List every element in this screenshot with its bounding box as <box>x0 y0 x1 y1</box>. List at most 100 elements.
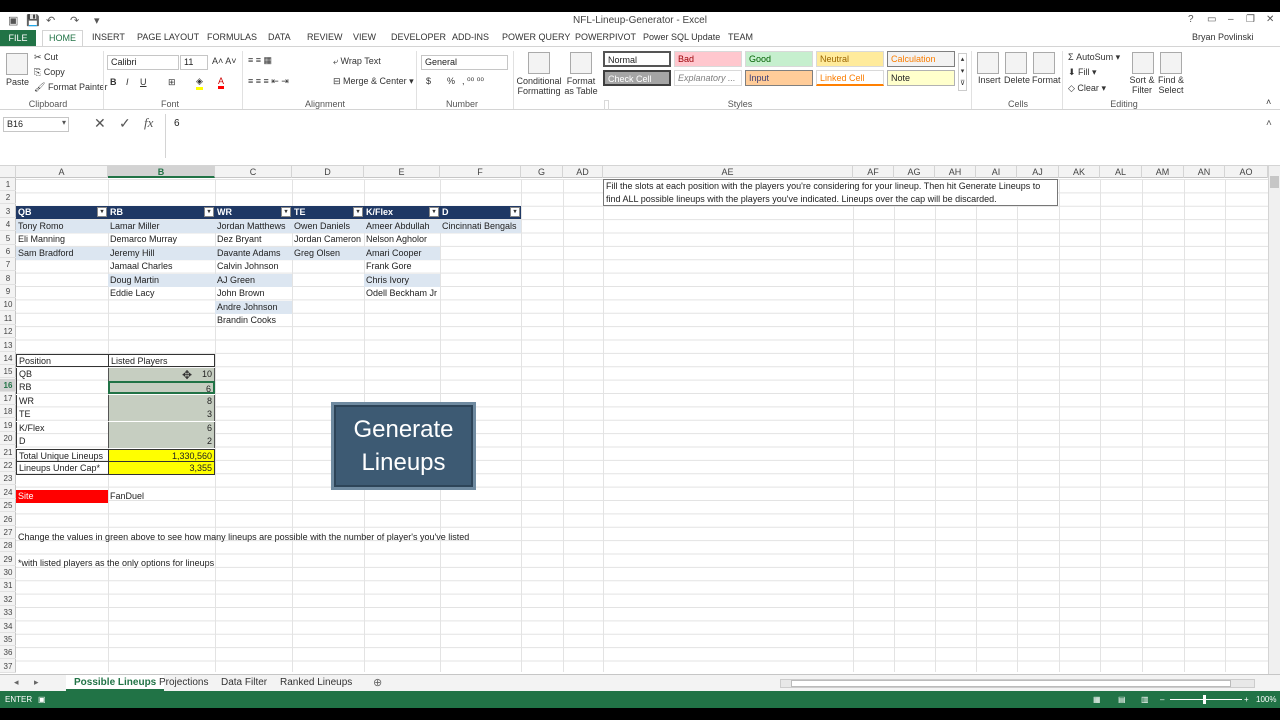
row-header[interactable]: 5 <box>0 232 16 245</box>
help-icon[interactable]: ? <box>1188 14 1194 25</box>
position-label[interactable]: WR <box>16 394 108 408</box>
row-header[interactable]: 37 <box>0 660 16 673</box>
tab-view[interactable]: VIEW <box>353 32 376 42</box>
table-header-kflex[interactable]: K/Flex ▾ <box>364 206 440 219</box>
user-name[interactable]: Bryan Povlinski <box>1192 32 1254 42</box>
column-header[interactable]: AI <box>976 166 1017 178</box>
table-cell[interactable]: Owen Daniels <box>292 219 364 233</box>
column-header[interactable]: AJ <box>1017 166 1059 178</box>
row-header[interactable]: 27 <box>0 526 16 539</box>
row-header[interactable]: 9 <box>0 285 16 299</box>
row-header[interactable]: 8 <box>0 272 16 285</box>
column-header[interactable]: E <box>364 166 440 178</box>
cancel-entry-icon[interactable]: ✕ <box>94 115 106 132</box>
row-header[interactable]: 13 <box>0 339 16 352</box>
total-lineups-value[interactable]: 1,330,560 <box>108 448 215 462</box>
under-cap-label[interactable]: Lineups Under Cap* <box>16 462 108 475</box>
column-header[interactable]: B <box>108 166 215 178</box>
tab-formulas[interactable]: FORMULAS <box>207 32 257 42</box>
copy-button[interactable]: ⎘ Copy <box>34 67 65 78</box>
macro-record-icon[interactable]: ▣ <box>38 691 46 708</box>
align-top-icons[interactable]: ≡ ≡ ▦ <box>248 55 272 66</box>
row-header[interactable]: 25 <box>0 499 16 513</box>
clear-button[interactable]: ◇ Clear ▾ <box>1068 83 1106 94</box>
instructions-textbox[interactable]: Fill the slots at each position with the… <box>603 179 1058 206</box>
column-header[interactable]: AK <box>1059 166 1100 178</box>
format-painter-button[interactable]: 🖌 Format Painter <box>34 82 107 93</box>
row-header[interactable]: 19 <box>0 419 16 432</box>
table-cell[interactable]: Calvin Johnson <box>215 260 292 273</box>
column-header[interactable]: AG <box>894 166 935 178</box>
conditional-formatting-icon[interactable] <box>528 52 550 74</box>
format-as-table-button[interactable]: Format as Table <box>562 76 600 96</box>
table-header-wr[interactable]: WR ▾ <box>215 206 292 219</box>
listed-count[interactable]: 2 <box>108 435 215 448</box>
filter-dropdown-icon[interactable]: ▾ <box>510 207 520 217</box>
autosum-button[interactable]: Σ AutoSum ▾ <box>1068 52 1120 63</box>
row-header[interactable]: 2 <box>0 191 16 205</box>
listed-players-header[interactable]: Listed Players <box>108 354 215 367</box>
site-label[interactable]: Site <box>16 490 108 503</box>
style-bad[interactable]: Bad <box>674 51 742 67</box>
column-header[interactable]: AD <box>563 166 603 178</box>
position-header[interactable]: Position <box>16 354 108 367</box>
row-header[interactable]: 29 <box>0 553 16 566</box>
row-header[interactable]: 10 <box>0 298 16 312</box>
fill-button[interactable]: ⬇ Fill ▾ <box>1068 67 1097 78</box>
row-header[interactable]: 16 <box>0 378 16 392</box>
tab-team[interactable]: TEAM <box>728 32 753 42</box>
table-cell[interactable]: Nelson Agholor <box>364 233 440 246</box>
column-header[interactable]: C <box>215 166 292 178</box>
filter-dropdown-icon[interactable]: ▾ <box>204 207 214 217</box>
tab-powerpivot[interactable]: POWERPIVOT <box>575 32 636 42</box>
filter-dropdown-icon[interactable]: ▾ <box>97 207 107 217</box>
row-header[interactable]: 17 <box>0 392 16 406</box>
column-header[interactable]: G <box>521 166 563 178</box>
row-header[interactable]: 23 <box>0 472 16 486</box>
collapse-ribbon-icon[interactable]: ˄ <box>1266 97 1271 107</box>
name-box-dropdown-icon[interactable]: ▾ <box>62 118 66 127</box>
format-cells-button[interactable]: Format <box>1032 75 1061 85</box>
table-cell[interactable]: Eddie Lacy <box>108 287 215 300</box>
table-cell[interactable]: AJ Green <box>215 273 292 287</box>
expand-formula-icon[interactable]: ˄ <box>1266 118 1272 129</box>
tab-file[interactable]: FILE <box>0 30 36 46</box>
zoom-out-icon[interactable]: – <box>1160 691 1164 708</box>
row-header[interactable]: 20 <box>0 432 16 446</box>
next-sheet-icon[interactable]: ▸ <box>34 677 39 688</box>
column-header[interactable]: D <box>292 166 364 178</box>
row-header[interactable]: 26 <box>0 513 16 526</box>
cut-button[interactable]: ✂ Cut <box>34 52 58 63</box>
table-cell[interactable]: Cincinnati Bengals <box>440 219 521 233</box>
table-cell[interactable]: Dez Bryant <box>215 233 292 246</box>
table-cell[interactable]: Eli Manning <box>16 233 108 246</box>
table-cell[interactable]: Sam Bradford <box>16 246 108 260</box>
vertical-scrollbar[interactable] <box>1268 166 1280 674</box>
tab-power-query[interactable]: POWER QUERY <box>502 32 570 42</box>
row-header[interactable]: 7 <box>0 258 16 272</box>
listed-count[interactable]: 3 <box>108 408 215 421</box>
page-layout-view-icon[interactable]: ▤ <box>1118 691 1126 708</box>
column-header[interactable]: F <box>440 166 521 178</box>
row-header[interactable]: 14 <box>0 352 16 365</box>
restore-icon[interactable]: ❐ <box>1246 14 1255 25</box>
filter-dropdown-icon[interactable]: ▾ <box>353 207 363 217</box>
font-color-icon[interactable]: A <box>218 76 225 89</box>
delete-cells-button[interactable]: Delete <box>1004 75 1030 85</box>
sort-filter-button[interactable]: Sort & Filter <box>1127 75 1157 95</box>
normal-view-icon[interactable]: ▦ <box>1093 691 1101 708</box>
style-normal[interactable]: Normal <box>603 51 671 67</box>
row-header[interactable]: 22 <box>0 459 16 472</box>
row-header[interactable]: 21 <box>0 446 16 459</box>
scroll-thumb[interactable] <box>1270 176 1279 188</box>
format-table-icon[interactable] <box>570 52 592 74</box>
underline-button[interactable]: U <box>140 77 147 87</box>
table-cell[interactable]: Jordan Cameron <box>292 233 364 246</box>
column-header[interactable]: AO <box>1225 166 1268 178</box>
align-horizontal-icons[interactable]: ≡ ≡ ≡ ⇤ ⇥ <box>248 76 289 87</box>
row-header[interactable]: 6 <box>0 245 16 258</box>
column-header[interactable]: AM <box>1142 166 1184 178</box>
wrap-text-button[interactable]: ⤶ Wrap Text <box>333 56 381 67</box>
table-cell[interactable]: Brandin Cooks <box>215 314 292 327</box>
zoom-slider[interactable] <box>1170 699 1242 700</box>
